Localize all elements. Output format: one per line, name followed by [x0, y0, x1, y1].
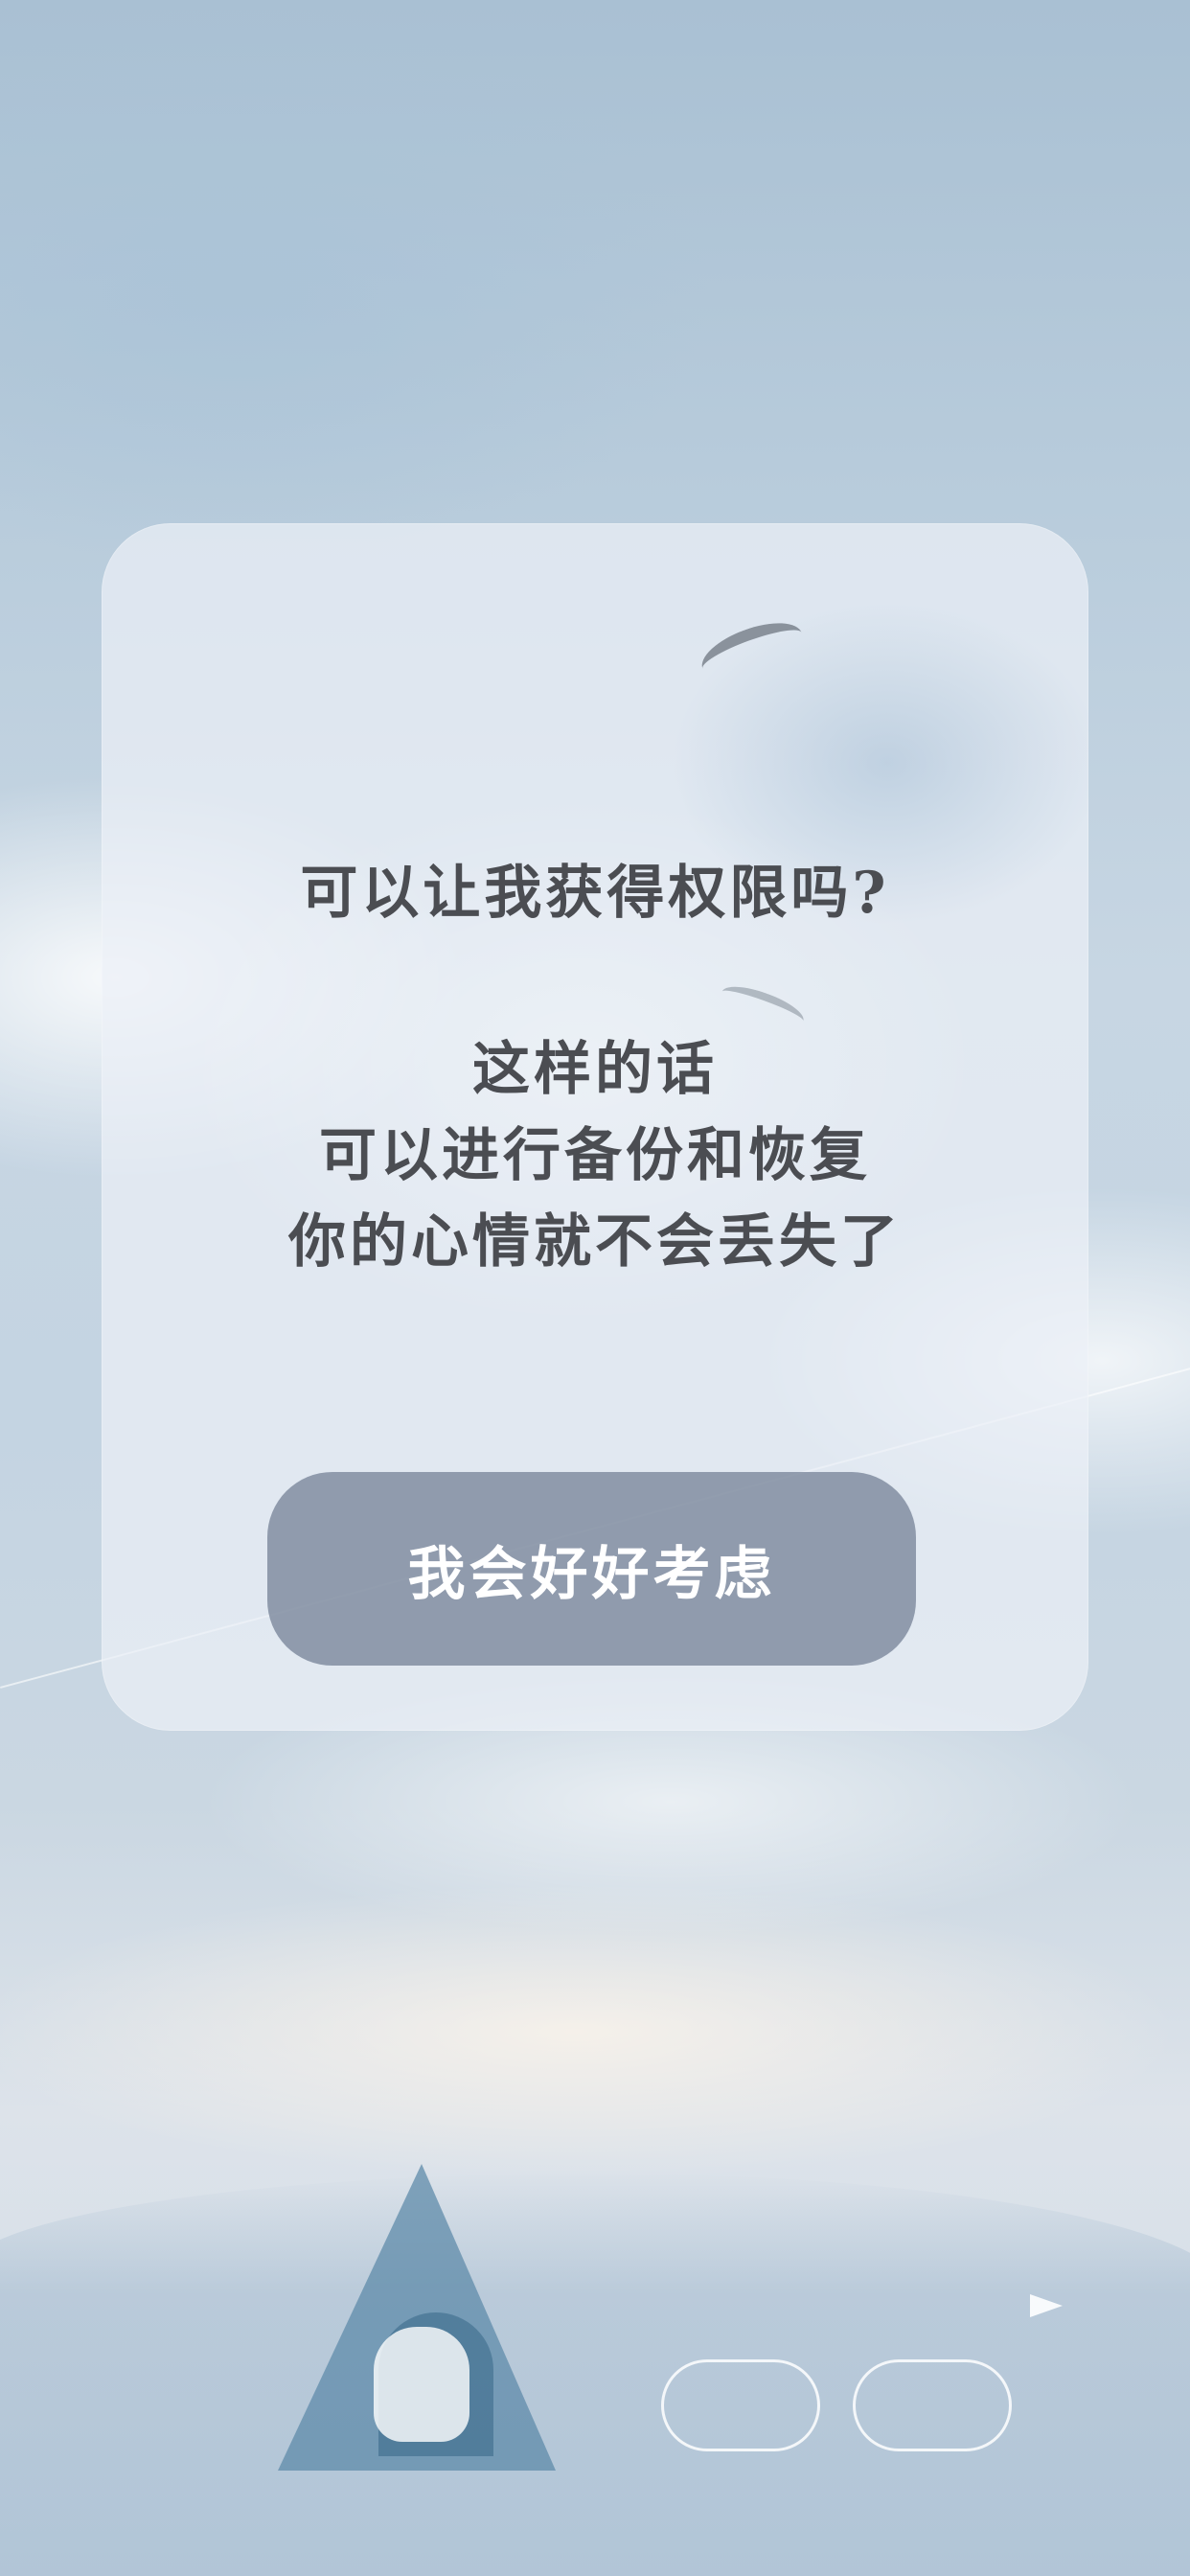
flag-icon [1030, 2294, 1063, 2317]
bicycle-illustration [661, 2359, 820, 2451]
permission-question: 可以让我获得权限吗? [300, 860, 890, 927]
ground-hill [0, 2174, 1190, 2576]
bird-icon [695, 611, 810, 690]
explain-line: 你的心情就不会丢失了 [288, 1208, 902, 1276]
bicycle-illustration [853, 2359, 1012, 2451]
permission-dialog: 可以让我获得权限吗? 这样的话 可以进行备份和恢复 你的心情就不会丢失了 我会好… [102, 523, 1088, 1731]
bird-icon [717, 978, 809, 1034]
person-illustration [374, 2327, 469, 2442]
explain-line: 这样的话 [472, 1036, 718, 1103]
explain-line: 可以进行备份和恢复 [319, 1122, 871, 1189]
consider-button[interactable]: 我会好好考虑 [267, 1472, 916, 1666]
